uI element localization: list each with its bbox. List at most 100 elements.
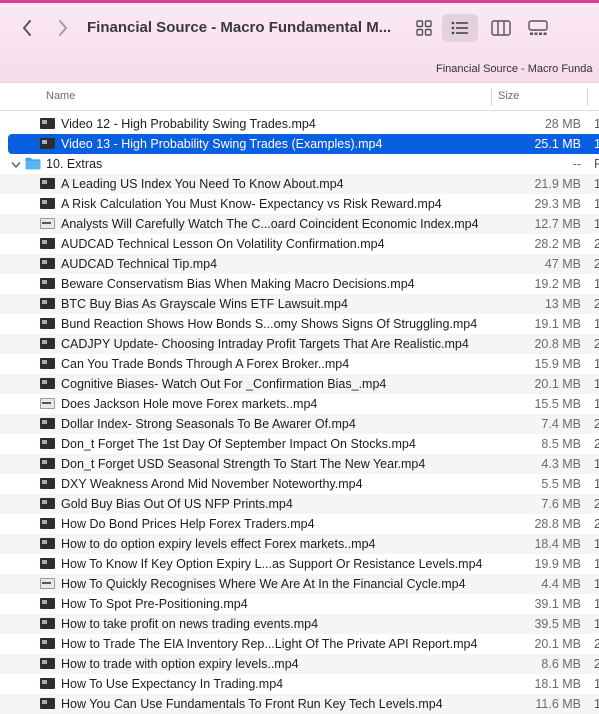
file-name: How You Can Use Fundamentals To Front Ru… [61,697,443,711]
file-size: 21.9 MB [534,177,581,191]
file-size: 25.1 MB [534,137,581,151]
file-name: Bund Reaction Shows How Bonds S...omy Sh… [61,317,478,331]
file-row[interactable]: AUDCAD Technical Lesson On Volatility Co… [0,234,599,254]
column-separator[interactable] [491,88,492,106]
file-row[interactable]: How to trade with option expiry levels..… [0,654,599,674]
video-thumbnail-icon [40,338,55,349]
video-thumbnail-icon [40,518,55,529]
file-name: Don_t Forget USD Seasonal Strength To St… [61,457,426,471]
file-row[interactable]: Can You Trade Bonds Through A Forex Brok… [0,354,599,374]
file-row[interactable]: How To Use Expectancy In Trading.mp4 18.1… [0,674,599,694]
file-row[interactable]: BTC Buy Bias As Grayscale Wins ETF Lawsu… [0,294,599,314]
file-row[interactable]: How to take profit on news trading event… [0,614,599,634]
video-thumbnail-icon [40,498,55,509]
list-view-button[interactable] [442,14,478,42]
file-list: Video 12 - High Probability Swing Trades… [0,114,599,714]
path-bar[interactable]: Financial Source - Macro Funda [436,63,593,75]
column-view-button[interactable] [483,14,519,42]
video-thumbnail-icon [40,298,55,309]
truncated-column-value: 1 [594,597,599,611]
file-row[interactable]: Does Jackson Hole move Forex markets..mp… [0,394,599,414]
video-thumbnail-icon [40,538,55,549]
file-size: 28.8 MB [534,517,581,531]
file-row[interactable]: Video 13 - High Probability Swing Trades… [0,134,599,154]
file-row[interactable]: Cognitive Biases- Watch Out For _Confirm… [0,374,599,394]
file-row[interactable]: How to Trade The EIA Inventory Rep...Lig… [0,634,599,654]
gallery-view-button[interactable] [520,14,556,42]
file-row[interactable]: CADJPY Update- Choosing Intraday Profit … [0,334,599,354]
truncated-column-value: 2 [594,297,599,311]
folder-name: 10. Extras [46,157,103,171]
file-row[interactable]: How To Quickly Recognises Where We Are A… [0,574,599,594]
file-row[interactable]: How You Can Use Fundamentals To Front Ru… [0,694,599,714]
file-row[interactable]: Don_t Forget The 1st Day Of September Im… [0,434,599,454]
file-row[interactable]: Dollar Index- Strong Seasonals To Be Awa… [0,414,599,434]
file-name: Can You Trade Bonds Through A Forex Brok… [61,357,350,371]
folder-icon [25,157,41,170]
file-row[interactable]: Video 12 - High Probability Swing Trades… [0,114,599,134]
truncated-column-value: 1 [594,197,599,211]
file-row[interactable]: DXY Weakness Arond Mid November Notewort… [0,474,599,494]
file-row[interactable]: How To Know If Key Option Expiry L...as … [0,554,599,574]
file-name: Dollar Index- Strong Seasonals To Be Awa… [61,417,356,431]
video-thumbnail-icon [40,658,55,669]
back-button[interactable] [16,14,38,42]
file-name: A Leading US Index You Need To Know Abou… [61,177,344,191]
truncated-column-value: 2 [594,337,599,351]
video-thumbnail-icon [40,318,55,329]
column-separator[interactable] [587,88,588,106]
file-name: How to do option expiry levels effect Fo… [61,537,376,551]
icon-view-button[interactable] [406,14,442,42]
file-name: How to Trade The EIA Inventory Rep...Lig… [61,637,478,651]
truncated-column-value: 1 [594,357,599,371]
file-row[interactable]: Analysts Will Carefully Watch The C...oa… [0,214,599,234]
file-size: 4.4 MB [541,577,581,591]
file-size: 28.2 MB [534,237,581,251]
forward-button[interactable] [52,14,74,42]
file-size: 18.4 MB [534,537,581,551]
file-row[interactable]: Don_t Forget USD Seasonal Strength To St… [0,454,599,474]
file-name: AUDCAD Technical Tip.mp4 [61,257,218,271]
file-size: 20.8 MB [534,337,581,351]
video-thumbnail-icon [40,118,55,129]
grid-icon [416,20,432,36]
file-row[interactable]: Gold Buy Bias Out Of US NFP Prints.mp4 7.… [0,494,599,514]
name-column-header[interactable]: Name [46,90,75,102]
truncated-column-value: 1 [594,317,599,331]
file-name: DXY Weakness Arond Mid November Notewort… [61,477,363,491]
file-name: Video 13 - High Probability Swing Trades… [61,137,383,151]
video-thumbnail-icon [40,238,55,249]
video-thumbnail-icon [40,138,55,149]
truncated-column-value: 2 [594,497,599,511]
size-column-header[interactable]: Size [498,90,519,102]
file-name: Don_t Forget The 1st Day Of September Im… [61,437,416,451]
file-row[interactable]: AUDCAD Technical Tip.mp4 47 MB 2 [0,254,599,274]
window-title: Financial Source - Macro Fundamental M..… [87,19,392,36]
file-row[interactable]: Beware Conservatism Bias When Making Mac… [0,274,599,294]
truncated-column-value: 1 [594,617,599,631]
truncated-column-value: 2 [594,257,599,271]
file-size: 5.5 MB [541,477,581,491]
video-thumbnail-icon [40,598,55,609]
file-row[interactable]: A Risk Calculation You Must Know- Expect… [0,194,599,214]
truncated-column-value: 1 [594,177,599,191]
file-size: 28 MB [544,117,581,131]
toolbar: Financial Source - Macro Fundamental M..… [0,0,599,82]
chevron-left-icon [23,20,31,36]
folder-row[interactable]: 10. Extras -- F [0,154,599,174]
file-size: 39.5 MB [534,617,581,631]
disclosure-triangle-icon[interactable] [11,159,21,169]
video-thumbnail-icon [40,218,55,229]
truncated-column-value: 2 [594,417,599,431]
video-thumbnail-icon [40,418,55,429]
file-row[interactable]: How To Spot Pre-Positioning.mp4 39.1 MB 1 [0,594,599,614]
gallery-icon [528,20,548,35]
file-row[interactable]: Bund Reaction Shows How Bonds S...omy Sh… [0,314,599,334]
file-row[interactable]: How Do Bond Prices Help Forex Traders.mp… [0,514,599,534]
file-size: 11.6 MB [535,697,581,711]
file-name: Analysts Will Carefully Watch The C...oa… [61,217,479,231]
video-thumbnail-icon [40,638,55,649]
file-size: 7.6 MB [541,497,581,511]
file-row[interactable]: A Leading US Index You Need To Know Abou… [0,174,599,194]
file-row[interactable]: How to do option expiry levels effect Fo… [0,534,599,554]
